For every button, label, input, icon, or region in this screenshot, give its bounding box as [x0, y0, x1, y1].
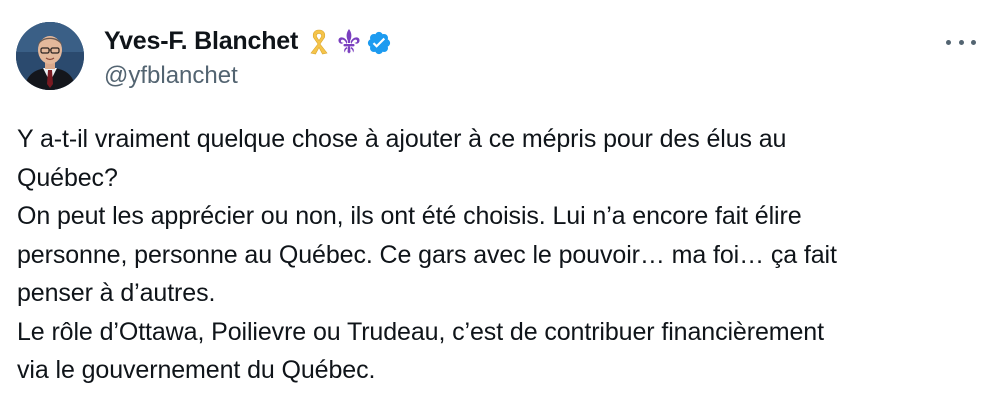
name-row: Yves-F. Blanchet [104, 24, 392, 58]
tweet-text-line: On peut les apprécier ou non, ils ont ét… [17, 202, 802, 230]
more-options-button[interactable] [946, 32, 976, 52]
author-handle[interactable]: @yfblanchet [104, 62, 392, 90]
display-name[interactable]: Yves-F. Blanchet [104, 27, 298, 56]
more-dot-icon [958, 39, 964, 45]
profile-photo [16, 22, 84, 90]
tweet-header: Yves-F. Blanchet @yfblanchet [104, 24, 392, 90]
tweet-text-line: Y a-t-il vraiment quelque chose à ajoute… [17, 125, 787, 153]
tweet-text-line: personne, personne au Québec. Ce gars av… [17, 240, 837, 269]
fleur-de-lis-icon [336, 27, 362, 55]
more-dot-icon [971, 39, 976, 45]
tweet-text-line: Québec? [17, 163, 118, 192]
verified-badge-icon[interactable] [366, 27, 392, 55]
tweet-text-line: penser à d’autres. [17, 279, 216, 307]
tweet-card: Yves-F. Blanchet @yfblanchet Y a-t-il vr… [0, 0, 998, 414]
tweet-text: Y a-t-il vraiment quelque chose à ajoute… [17, 120, 987, 390]
avatar[interactable] [16, 22, 84, 90]
more-dot-icon [946, 39, 951, 45]
yellow-ribbon-icon [306, 27, 332, 55]
tweet-text-line: Le rôle d’Ottawa, Poilievre ou Trudeau, … [17, 317, 824, 346]
tweet-text-line: via le gouvernement du Québec. [17, 356, 376, 384]
